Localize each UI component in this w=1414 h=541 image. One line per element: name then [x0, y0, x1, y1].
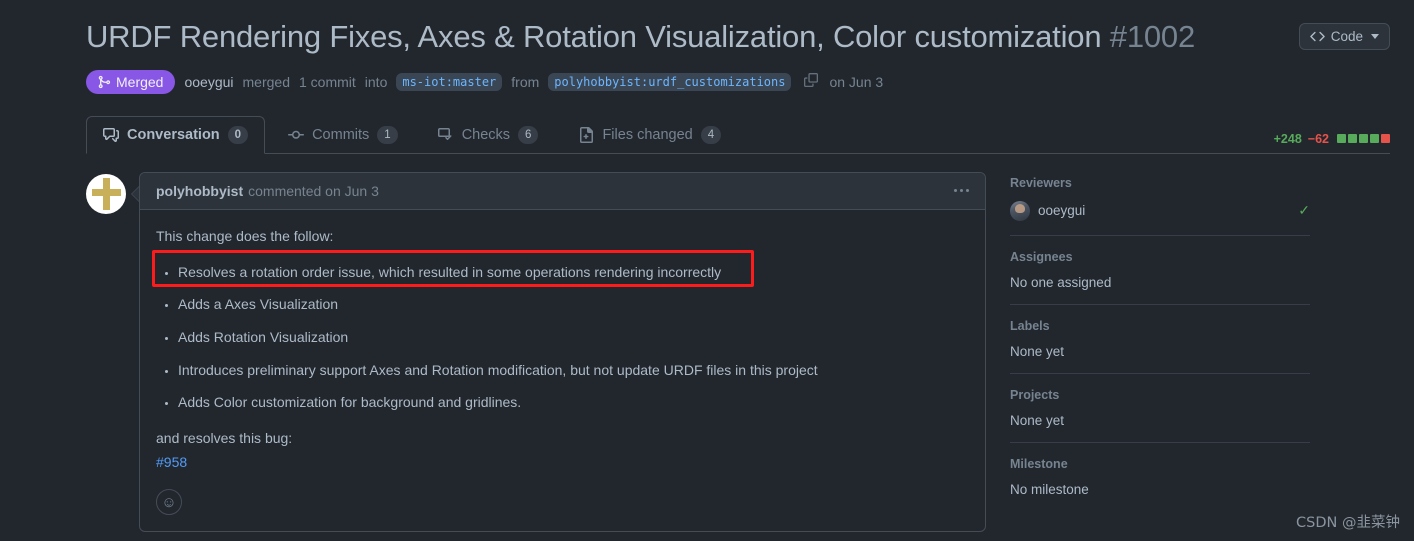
head-branch-chip[interactable]: polyhobbyist:urdf_customizations — [548, 72, 792, 91]
sidebar-section-labels: Labels None yet — [1010, 303, 1310, 373]
avatar-cross-horizontal — [92, 188, 121, 196]
sidebar-section-assignees: Assignees No one assigned — [1010, 234, 1310, 304]
list-item: Introduces preliminary support Axes and … — [178, 360, 969, 382]
git-commit-icon — [288, 130, 305, 139]
diff-blocks — [1337, 134, 1390, 144]
comment-card: polyhobbyist commented on Jun 3 This cha… — [139, 171, 986, 533]
reviewer-name[interactable]: ooeygui — [1038, 203, 1085, 218]
sidebar-title-milestone[interactable]: Milestone — [1010, 457, 1310, 471]
sidebar-section-milestone: Milestone No milestone — [1010, 441, 1310, 511]
watermark: CSDN @韭菜钟 — [1296, 515, 1400, 531]
conversation-column: polyhobbyist commented on Jun 3 This cha… — [86, 171, 986, 541]
sidebar-title-reviewers[interactable]: Reviewers — [1010, 176, 1310, 190]
tab-conversation[interactable]: Conversation 0 — [86, 115, 266, 154]
diff-block-added — [1337, 134, 1346, 144]
from-text: from — [511, 73, 540, 90]
assignees-value: No one assigned — [1010, 274, 1112, 290]
comment-header: polyhobbyist commented on Jun 3 — [140, 172, 985, 210]
diff-stat: +248 −62 — [1274, 132, 1390, 154]
tab-commits[interactable]: Commits 1 — [271, 116, 415, 154]
smiley-icon[interactable]: ☺ — [156, 489, 182, 516]
code-brackets-icon — [1309, 31, 1325, 42]
kebab-menu-icon[interactable] — [954, 189, 969, 193]
tab-counter: 1 — [377, 125, 398, 144]
title-row: URDF Rendering Fixes, Axes & Rotation Vi… — [86, 18, 1390, 56]
sidebar-section-projects: Projects None yet — [1010, 372, 1310, 442]
file-diff-icon — [580, 126, 594, 143]
list-item: Adds a Axes Visualization — [178, 294, 969, 316]
labels-value: None yet — [1010, 343, 1065, 359]
comment-bullet-list: Resolves a rotation order issue, which r… — [178, 262, 969, 414]
comment-author[interactable]: polyhobbyist — [156, 183, 243, 199]
pr-tabs: Conversation 0 Commits 1 Checks 6 Files … — [0, 115, 1414, 154]
reviewer-avatar[interactable] — [1010, 200, 1030, 221]
sidebar-section-reviewers: Reviewers ooeygui ✓ — [1010, 176, 1310, 235]
copy-icon[interactable] — [804, 73, 819, 90]
base-branch-chip[interactable]: ms-iot:master — [396, 72, 503, 91]
sidebar-title-projects[interactable]: Projects — [1010, 388, 1310, 402]
checklist-icon — [437, 127, 452, 140]
projects-value: None yet — [1010, 412, 1065, 428]
sidebar-title-assignees[interactable]: Assignees — [1010, 250, 1310, 264]
pr-title-text: URDF Rendering Fixes, Axes & Rotation Vi… — [86, 19, 1102, 54]
tab-label: Files changed — [602, 126, 693, 143]
code-button[interactable]: Code — [1298, 23, 1390, 50]
tab-label: Checks — [461, 126, 511, 143]
comment-intro: This change does the follow: — [156, 227, 334, 244]
diff-block-added — [1348, 134, 1357, 144]
merged-text: merged — [242, 73, 290, 90]
comment-arrow — [131, 185, 139, 202]
list-item: Resolves a rotation order issue, which r… — [178, 262, 969, 284]
comment-block: polyhobbyist commented on Jun 3 This cha… — [86, 171, 986, 533]
tab-counter: 6 — [518, 125, 539, 144]
tab-list: Conversation 0 Commits 1 Checks 6 Files … — [86, 115, 738, 154]
pr-body: polyhobbyist commented on Jun 3 This cha… — [0, 154, 1414, 541]
reviewer-item: ooeygui ✓ — [1010, 200, 1310, 221]
diff-block-deleted — [1381, 134, 1390, 144]
merge-actor[interactable]: ooeygui — [184, 74, 233, 90]
comment-discussion-icon — [103, 127, 119, 142]
sidebar-title-labels[interactable]: Labels — [1010, 319, 1310, 333]
diff-block-added — [1359, 134, 1368, 144]
diff-block-added — [1370, 134, 1379, 144]
pr-number: #1002 — [1109, 19, 1196, 54]
pr-sidebar: Reviewers ooeygui ✓ Assignees No one ass… — [1010, 172, 1310, 541]
page-title: URDF Rendering Fixes, Axes & Rotation Vi… — [86, 18, 1195, 56]
status-badge: Merged — [86, 69, 176, 94]
tab-files-changed[interactable]: Files changed 4 — [561, 116, 738, 154]
milestone-value: No milestone — [1010, 481, 1089, 497]
issue-link[interactable]: #958 — [156, 454, 187, 470]
comment-body: This change does the follow: Resolves a … — [140, 210, 985, 532]
merge-date: on Jun 3 — [829, 73, 884, 90]
chevron-down-icon — [1371, 34, 1379, 39]
avatar[interactable] — [86, 173, 126, 214]
tab-label: Conversation — [127, 126, 220, 143]
merge-status-row: Merged ooeygui merged 1 commit into ms-i… — [86, 69, 1390, 94]
tab-counter: 4 — [700, 125, 722, 144]
tab-label: Commits — [312, 126, 370, 143]
check-icon: ✓ — [1298, 202, 1310, 219]
commit-count: 1 commit — [298, 73, 356, 90]
comment-outro: and resolves this bug: — [156, 429, 293, 446]
status-badge-label: Merged — [116, 73, 164, 90]
into-text: into — [364, 73, 388, 90]
diff-deletions: −62 — [1307, 131, 1329, 146]
git-merge-icon — [98, 75, 111, 88]
comment-action: commented on Jun 3 — [248, 182, 379, 199]
tab-counter: 0 — [227, 125, 249, 144]
code-button-label: Code — [1330, 29, 1363, 44]
pr-header: URDF Rendering Fixes, Axes & Rotation Vi… — [0, 0, 1414, 94]
diff-additions: +248 — [1273, 131, 1302, 146]
tab-checks[interactable]: Checks 6 — [421, 116, 556, 154]
pull-request-page: URDF Rendering Fixes, Axes & Rotation Vi… — [0, 0, 1414, 541]
list-item: Adds Color customization for background … — [178, 392, 969, 414]
list-item: Adds Rotation Visualization — [178, 327, 969, 349]
